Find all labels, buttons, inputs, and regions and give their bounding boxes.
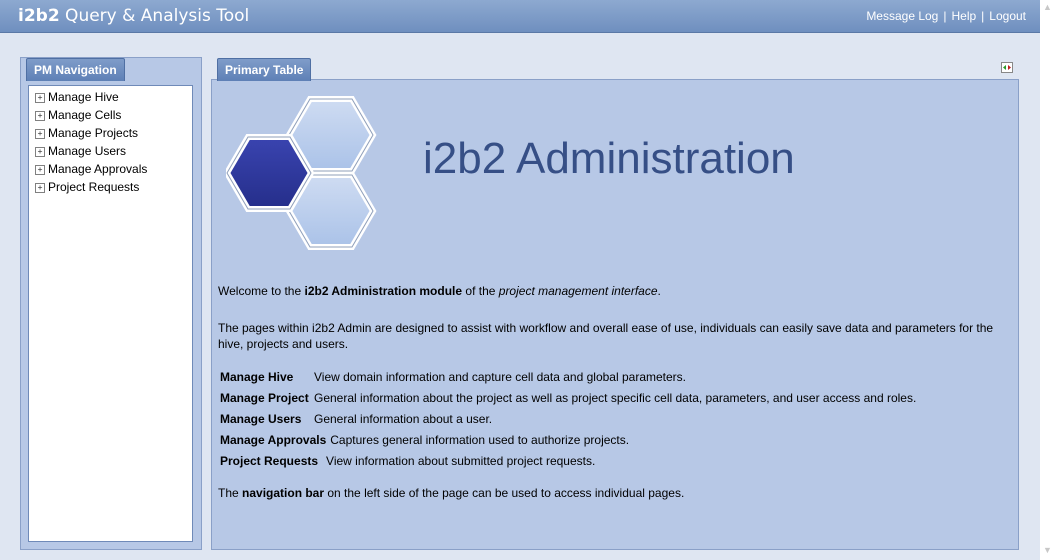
- logo-title: i2b2 Administration: [423, 134, 795, 183]
- app-header: i2b2 Query & Analysis Tool Message Log | H…: [0, 0, 1040, 33]
- expand-icon[interactable]: +: [35, 182, 45, 193]
- tree-item-label: Manage Users: [48, 144, 127, 158]
- tree-item-manage-hive[interactable]: + Manage Hive: [35, 88, 119, 106]
- definition-desc: Captures general information used to aut…: [330, 433, 630, 447]
- app-title: i2b2 Query & Analysis Tool: [18, 7, 249, 25]
- definition-row: Manage Approvals Captures general informa…: [220, 430, 916, 451]
- expand-icon[interactable]: +: [35, 92, 45, 103]
- definition-term: Manage Approvals: [220, 433, 327, 447]
- tree-item-label: Manage Hive: [48, 90, 119, 104]
- tree-item-manage-projects[interactable]: + Manage Projects: [35, 124, 138, 142]
- welcome-mid: of the: [462, 284, 499, 298]
- expand-icon[interactable]: +: [35, 128, 45, 139]
- definition-row: Manage Project General information about …: [220, 388, 916, 409]
- definition-row: Manage Hive View domain information and c…: [220, 367, 916, 388]
- welcome-text: Welcome to the i2b2 Administration modul…: [218, 284, 661, 298]
- definition-row: Manage Users General information about a …: [220, 409, 916, 430]
- definition-desc: View domain information and capture cell…: [314, 370, 686, 384]
- definition-desc: View information about submitted project…: [326, 454, 596, 468]
- logout-link[interactable]: Logout: [989, 9, 1026, 23]
- expand-panel-icon[interactable]: [1001, 62, 1013, 73]
- welcome-pre: Welcome to the: [218, 284, 305, 298]
- tab-primary-table[interactable]: Primary Table: [217, 58, 312, 81]
- tree-item-label: Manage Approvals: [48, 162, 148, 176]
- help-link[interactable]: Help: [951, 9, 976, 23]
- definition-term: Manage Users: [220, 412, 302, 426]
- tree-item-manage-users[interactable]: + Manage Users: [35, 142, 126, 160]
- navigation-hint: The navigation bar on the left side of t…: [218, 486, 684, 500]
- definition-term: Manage Project: [220, 391, 309, 405]
- scroll-up-arrow-icon[interactable]: ▲: [1043, 2, 1052, 12]
- tree-item-project-requests[interactable]: + Project Requests: [35, 178, 139, 196]
- scroll-down-arrow-icon[interactable]: ▼: [1043, 545, 1052, 555]
- tree-item-label: Manage Projects: [48, 126, 139, 140]
- definition-desc: General information about a user.: [314, 412, 493, 426]
- definition-row: Project Requests View information about s…: [220, 451, 916, 472]
- link-separator: |: [943, 9, 947, 23]
- tree-item-label: Manage Cells: [48, 108, 122, 122]
- tree-item-manage-approvals[interactable]: + Manage Approvals: [35, 160, 147, 178]
- app-title-bold: i2b2: [18, 6, 60, 26]
- welcome-bold: i2b2 Administration module: [304, 284, 463, 298]
- top-links: Message Log | Help | Logout: [866, 9, 1026, 23]
- app-title-rest: Query & Analysis Tool: [59, 6, 250, 26]
- expand-icon[interactable]: +: [35, 164, 45, 175]
- welcome-post: .: [657, 284, 661, 298]
- tab-pm-navigation[interactable]: PM Navigation: [26, 58, 125, 81]
- footer-pre: The: [218, 486, 243, 500]
- expand-icon[interactable]: +: [35, 110, 45, 121]
- definition-term: Manage Hive: [220, 370, 294, 384]
- definition-desc: General information about the project as…: [314, 391, 917, 405]
- welcome-italic: project management interface: [498, 284, 658, 298]
- footer-bold: navigation bar: [242, 486, 325, 500]
- intro-paragraph: The pages within i2b2 Admin are designed…: [218, 321, 994, 351]
- footer-post: on the left side of the page can be used…: [324, 486, 685, 500]
- message-log-link[interactable]: Message Log: [866, 9, 938, 23]
- link-separator: |: [981, 9, 985, 23]
- definition-term: Project Requests: [220, 454, 319, 468]
- tree-item-label: Project Requests: [48, 180, 140, 194]
- definitions-list: Manage Hive View domain information and c…: [220, 367, 916, 472]
- expand-icon[interactable]: +: [35, 146, 45, 157]
- i2b2-logo-icon: [226, 96, 377, 250]
- nav-tree: + Manage Hive + Manage Cells + Manage Proje…: [28, 85, 193, 542]
- tree-item-manage-cells[interactable]: + Manage Cells: [35, 106, 121, 124]
